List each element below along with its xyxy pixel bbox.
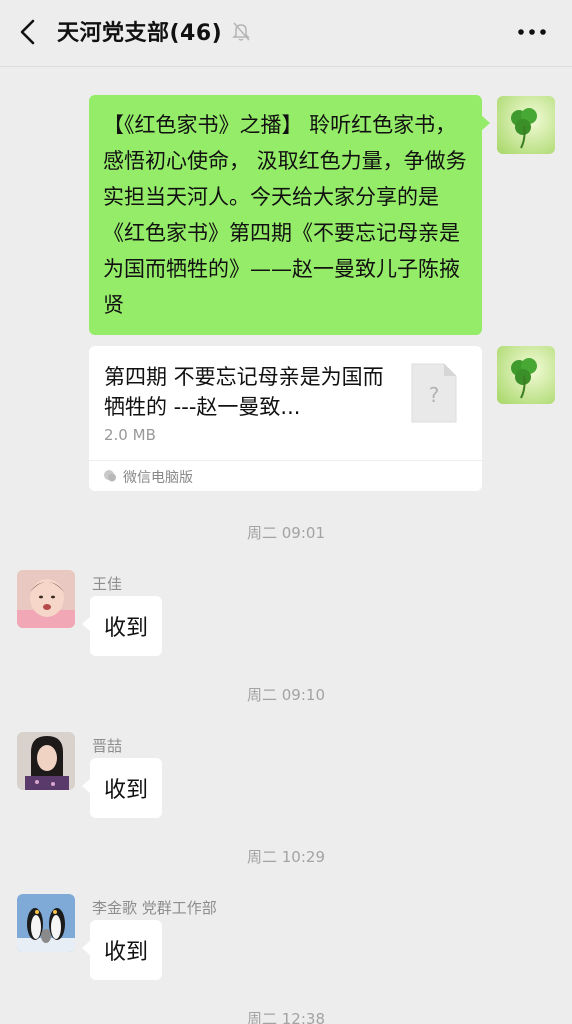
clover-avatar-icon <box>497 96 555 154</box>
more-options-button[interactable] <box>514 20 550 44</box>
reply-text: 收到 <box>104 778 149 803</box>
svg-text:?: ? <box>429 383 440 407</box>
my-avatar[interactable] <box>497 346 555 404</box>
reply-text: 收到 <box>104 940 149 965</box>
file-size: 2.0 MB <box>104 426 156 444</box>
sender-name: 李金歌 党群工作部 <box>92 899 217 917</box>
sender-avatar-lijinge[interactable] <box>17 894 75 952</box>
file-name: 第四期 不要忘记母亲是为国而牺牲的 ---赵一曼致... <box>104 365 384 419</box>
more-dots-icon <box>518 29 546 35</box>
outgoing-message-text: 【《红色家书》之播】 聆听红色家书，感悟初心使命， 汲取红色力量，争做务实担当天… <box>103 113 467 317</box>
reply-text: 收到 <box>104 616 149 641</box>
file-source-footer: 微信电脑版 <box>89 460 482 491</box>
outgoing-text-bubble[interactable]: 【《红色家书》之播】 聆听红色家书，感悟初心使命， 汲取红色力量，争做务实担当天… <box>89 95 490 335</box>
file-source-label: 微信电脑版 <box>123 470 193 486</box>
timestamp: 周二 10:29 <box>247 848 325 866</box>
clover-avatar-icon <box>497 346 555 404</box>
penguins-avatar-icon <box>17 894 75 952</box>
timestamp: 周二 09:10 <box>247 686 325 704</box>
wechat-pc-icon <box>104 470 116 482</box>
back-chevron-icon <box>20 19 35 45</box>
chat-header: 天河党支部(46) <box>0 0 572 67</box>
chat-screen: 天河党支部(46) 【《红色家书》之播】 聆听红色家书，感悟初心使命， 汲取红色… <box>0 0 572 1024</box>
sender-avatar-wangjia[interactable] <box>17 570 75 628</box>
mute-bell-icon <box>230 20 252 42</box>
file-message-card[interactable]: 第四期 不要忘记母亲是为国而牺牲的 ---赵一曼致... 2.0 MB ? 微信… <box>89 346 482 491</box>
reply-bubble[interactable]: 收到 <box>81 920 163 980</box>
woman-photo-avatar-icon <box>17 732 75 790</box>
timestamp: 周二 12:38 <box>247 1010 325 1024</box>
my-avatar[interactable] <box>497 96 555 154</box>
reply-bubble[interactable]: 收到 <box>81 758 163 818</box>
sender-avatar-jinzhe[interactable] <box>17 732 75 790</box>
back-button[interactable] <box>12 14 46 50</box>
sender-name: 晋喆 <box>92 737 123 755</box>
chat-title: 天河党支部(46) <box>57 21 223 46</box>
sender-name: 王佳 <box>92 575 123 593</box>
timestamp: 周二 09:01 <box>247 524 325 542</box>
baby-photo-avatar-icon <box>17 570 75 628</box>
unknown-file-icon: ? <box>410 362 458 424</box>
reply-bubble[interactable]: 收到 <box>81 596 163 656</box>
